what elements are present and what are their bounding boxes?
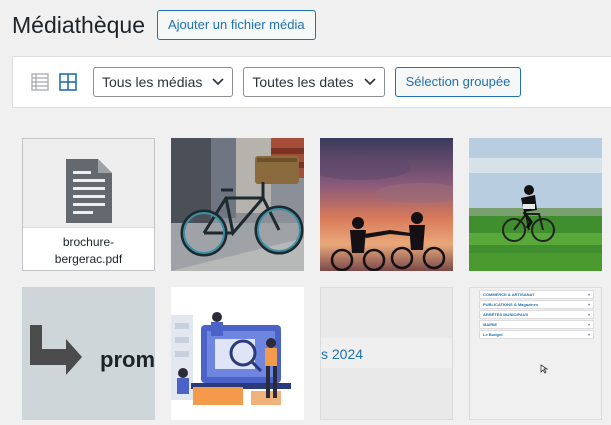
bulk-select-button[interactable]: Sélection groupée <box>394 67 522 97</box>
grid-view-icon[interactable] <box>57 71 79 93</box>
chevron-down-icon <box>212 78 224 86</box>
media-item-sunset-cyclists[interactable] <box>320 138 453 271</box>
media-item-promo[interactable]: prom <box>22 287 155 420</box>
media-type-filter-value: Tous les médias <box>102 74 203 90</box>
media-item-illustration[interactable] <box>171 287 304 420</box>
illustration-image <box>171 287 304 420</box>
banner-year-text: s 2024 <box>321 346 364 362</box>
mini-menu-row: ARRÊTÉS MUNICIPAUX ▾ <box>479 310 594 319</box>
sunset-image <box>320 138 453 271</box>
page-header: Médiathèque Ajouter un fichier média <box>12 10 316 40</box>
list-view-icon[interactable] <box>29 71 51 93</box>
date-filter[interactable]: Toutes les dates <box>243 67 385 97</box>
media-item-bicycle[interactable] <box>171 138 304 271</box>
media-type-filter[interactable]: Tous les médias <box>93 67 234 97</box>
chevron-down-icon <box>363 78 376 86</box>
media-item-cyclist-field[interactable] <box>469 138 602 271</box>
cyclist-field-image <box>469 138 602 271</box>
bicycle-image <box>171 138 304 271</box>
media-toolbar: Tous les médias Toutes les dates Sélecti… <box>12 56 611 108</box>
file-name: brochure- bergerac.pdf <box>23 227 154 270</box>
add-media-button[interactable]: Ajouter un fichier média <box>157 10 316 40</box>
media-item-pdf[interactable]: brochure- bergerac.pdf <box>22 138 155 271</box>
mini-menu-row: MAIRIE ▾ <box>479 320 594 329</box>
promo-text: prom <box>100 347 155 372</box>
mini-menu-row: PUBLICATIONS & Magazines ▾ <box>479 300 594 309</box>
document-icon <box>65 159 112 223</box>
page-title: Médiathèque <box>12 11 145 38</box>
date-filter-value: Toutes les dates <box>252 74 354 90</box>
cursor-icon <box>540 364 548 374</box>
mini-menu-row: Le Budget ▾ <box>479 330 594 339</box>
media-item-2024-banner[interactable]: s 2024 <box>320 287 453 420</box>
mini-menu-row: COMMERCE & ARTISANAT ▾ <box>479 290 594 299</box>
media-item-menu-screenshot[interactable]: COMMERCE & ARTISANAT ▾ PUBLICATIONS & Mag… <box>469 287 602 420</box>
